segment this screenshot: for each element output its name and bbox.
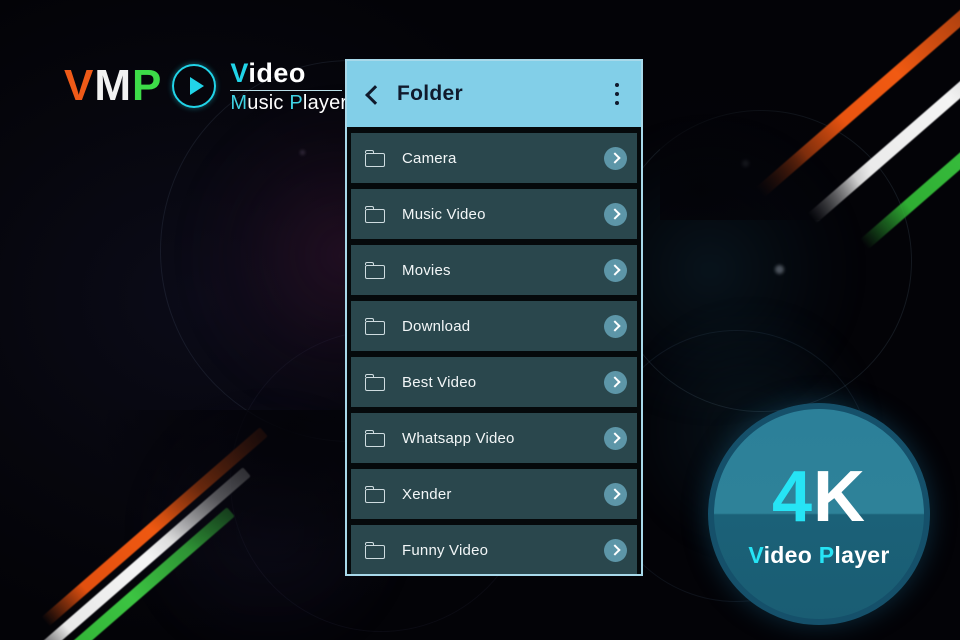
4k-badge-digit: 4 <box>771 457 814 538</box>
4k-badge-subtitle: Video Player <box>748 541 890 568</box>
folder-icon <box>365 429 385 447</box>
folder-panel: Folder Camera Music Video Movies Downloa… <box>345 59 643 576</box>
chevron-right-icon[interactable] <box>604 426 627 450</box>
4k-badge-letter: K <box>813 457 867 538</box>
logo-tagline-line1: Video <box>230 58 347 88</box>
logo-tagline-line2: Music Player <box>230 91 348 114</box>
logo-tagline: Video Music Player <box>230 58 348 114</box>
folder-panel-header: Folder <box>347 61 641 127</box>
kebab-dot <box>615 83 619 87</box>
folder-icon <box>365 149 385 167</box>
list-item[interactable]: Xender <box>351 469 637 519</box>
list-item-label: Funny Video <box>402 541 489 559</box>
list-item-label: Download <box>402 317 471 335</box>
folder-icon <box>365 541 385 559</box>
folder-icon <box>365 261 385 279</box>
vmp-letter-p: P <box>132 61 163 111</box>
list-item[interactable]: Funny Video <box>351 525 637 574</box>
chevron-right-icon[interactable] <box>604 482 627 506</box>
list-item[interactable]: Download <box>351 301 637 351</box>
folder-list: Camera Music Video Movies Download Best <box>347 127 641 574</box>
folder-icon <box>365 317 385 335</box>
list-item-label: Music Video <box>402 205 486 223</box>
kebab-menu-icon[interactable] <box>607 83 627 105</box>
lens-flare-dot <box>742 160 749 167</box>
list-item-label: Whatsapp Video <box>402 429 515 447</box>
4k-badge: 4K Video Player <box>708 403 930 625</box>
vmp-wordmark: VMP <box>64 64 162 108</box>
back-chevron-icon[interactable] <box>363 85 381 103</box>
list-item[interactable]: Camera <box>351 133 637 183</box>
app-logo: VMP Video Music Player <box>64 58 348 114</box>
list-item[interactable]: Music Video <box>351 189 637 239</box>
folder-icon <box>365 373 385 391</box>
chevron-right-icon[interactable] <box>604 146 627 170</box>
play-triangle <box>189 77 204 96</box>
folder-icon <box>365 205 385 223</box>
logo-tagline-v: V <box>230 58 249 88</box>
list-item[interactable]: Movies <box>351 245 637 295</box>
chevron-right-icon[interactable] <box>604 258 627 282</box>
chevron-right-icon[interactable] <box>604 314 627 338</box>
list-item-label: Camera <box>402 149 457 167</box>
4k-badge-number: 4K <box>772 461 866 533</box>
folder-icon <box>365 485 385 503</box>
vmp-letter-m: M <box>94 61 133 111</box>
logo-tagline-ideo: ideo <box>248 58 306 88</box>
play-icon <box>172 64 217 109</box>
list-item[interactable]: Whatsapp Video <box>351 413 637 463</box>
page-title: Folder <box>397 82 463 105</box>
list-item-label: Movies <box>402 261 451 279</box>
vmp-letter-v: V <box>64 61 95 111</box>
logo-divider <box>230 89 343 91</box>
list-item[interactable]: Best Video <box>351 357 637 407</box>
lens-flare-dot <box>775 265 784 274</box>
list-item-label: Xender <box>402 485 452 503</box>
kebab-dot <box>615 101 619 105</box>
chevron-right-icon[interactable] <box>604 370 627 394</box>
chevron-right-icon[interactable] <box>604 538 627 562</box>
lens-flare-dot <box>300 150 305 155</box>
app-screenshot: VMP Video Music Player Folder Camera Mus… <box>0 0 960 640</box>
kebab-dot <box>615 92 619 96</box>
list-item-label: Best Video <box>402 373 477 391</box>
chevron-right-icon[interactable] <box>604 202 627 226</box>
